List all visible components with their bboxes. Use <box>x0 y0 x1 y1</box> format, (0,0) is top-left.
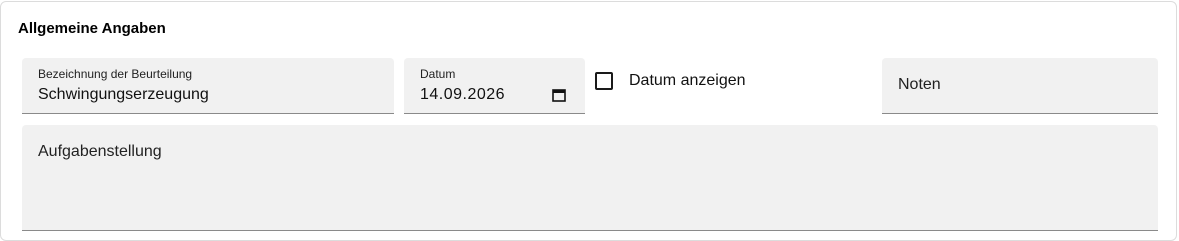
task-description-label: Aufgabenstellung <box>38 143 162 160</box>
grades-field[interactable]: Noten <box>882 58 1158 114</box>
date-label: Datum <box>420 67 456 81</box>
grades-label: Noten <box>898 76 941 93</box>
checkbox-box[interactable] <box>595 72 613 90</box>
section-title: Allgemeine Angaben <box>18 20 166 37</box>
assessment-name-label: Bezeichnung der Beurteilung <box>38 67 193 81</box>
show-date-label[interactable]: Datum anzeigen <box>629 72 746 90</box>
task-description-field[interactable]: Aufgabenstellung <box>22 125 1158 231</box>
show-date-checkbox[interactable] <box>595 72 613 90</box>
date-field[interactable]: Datum 14.09.2026 <box>404 58 585 114</box>
assessment-name-field[interactable]: Bezeichnung der Beurteilung Schwingungse… <box>22 58 394 114</box>
calendar-icon[interactable] <box>552 88 566 102</box>
date-value[interactable]: 14.09.2026 <box>420 86 505 104</box>
assessment-name-value[interactable]: Schwingungserzeugung <box>38 86 209 104</box>
